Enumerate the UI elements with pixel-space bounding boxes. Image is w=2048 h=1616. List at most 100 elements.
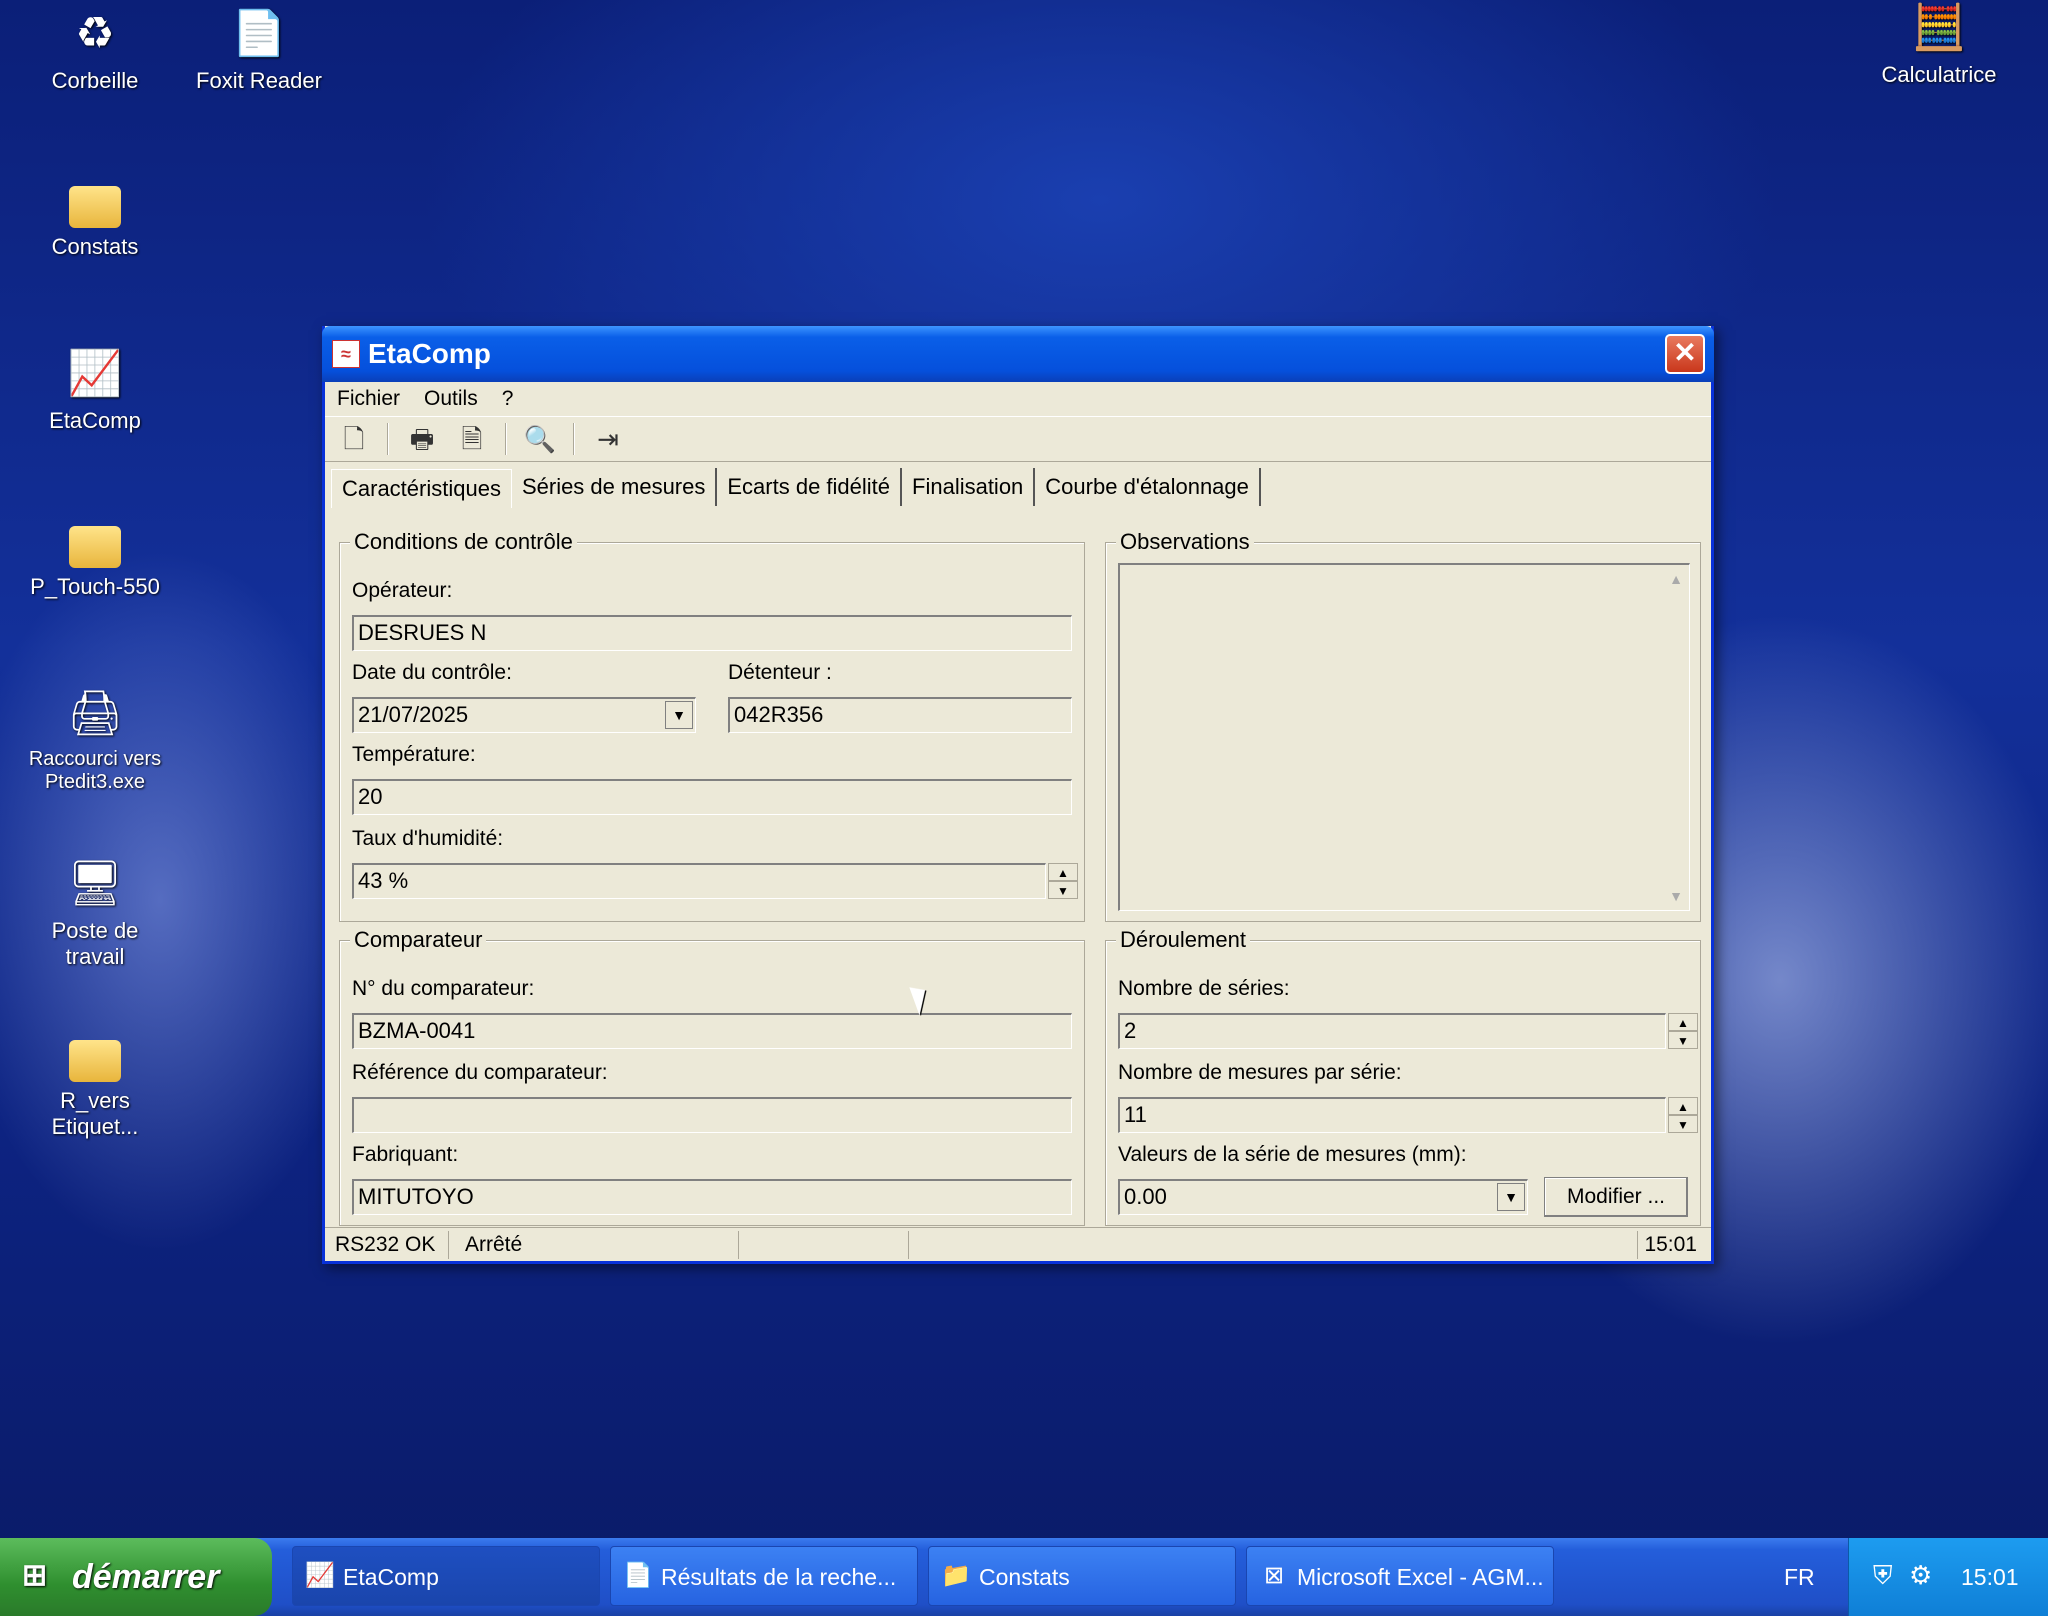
measures-per-series-stepper[interactable]: ▲ ▼	[1668, 1097, 1698, 1133]
humidity-input[interactable]: 43 %	[352, 863, 1046, 899]
document-icon: 📄	[623, 1562, 653, 1589]
system-tray: ⛨ ⚙ 15:01	[1848, 1538, 2048, 1616]
desktop-icon-foxit-reader[interactable]: 📄 Foxit Reader	[184, 6, 334, 94]
measures-per-series-label: Nombre de mesures par série:	[1118, 1061, 1402, 1084]
comparator-group: Comparateur N° du comparateur: BZMA-0041…	[339, 927, 1085, 1226]
desktop-icon-poste-de-travail[interactable]: 🖥 Poste de travail	[20, 856, 170, 970]
language-indicator[interactable]: FR	[1784, 1564, 1815, 1591]
desktop-icon-label: Calculatrice	[1881, 62, 1997, 87]
manufacturer-input[interactable]: MITUTOYO	[352, 1179, 1072, 1215]
folder-icon	[69, 1040, 121, 1082]
tab-ecarts-de-fidelite[interactable]: Ecarts de fidélité	[717, 468, 903, 506]
spin-down-icon[interactable]: ▼	[1048, 881, 1078, 899]
desktop-icon-label: Poste de travail	[51, 918, 139, 969]
humidity-stepper[interactable]: ▲ ▼	[1048, 863, 1078, 899]
computer-icon: 🖥	[67, 859, 123, 908]
toolbar-separator	[573, 423, 575, 455]
desktop-icon-calculatrice[interactable]: 🧮 Calculatrice	[1864, 0, 2014, 88]
chevron-down-icon: ▼	[1504, 1189, 1518, 1205]
window-titlebar[interactable]: ≈ EtaComp ✕	[322, 326, 1714, 382]
operator-input[interactable]: DESRUES N	[352, 615, 1072, 651]
scroll-down-icon[interactable]: ▼	[1669, 888, 1683, 904]
chevron-down-icon: ▼	[672, 707, 686, 723]
manufacturer-label: Fabriquant:	[352, 1143, 459, 1166]
excel-icon: ⊠	[1263, 1562, 1285, 1589]
spin-up-icon[interactable]: ▲	[1668, 1097, 1698, 1115]
comparator-number-input[interactable]: BZMA-0041	[352, 1013, 1072, 1049]
new-document-icon: 🗋	[343, 424, 365, 454]
taskbar-button-resultats[interactable]: 📄 Résultats de la reche...	[610, 1546, 918, 1606]
close-button[interactable]: ✕	[1665, 334, 1705, 374]
spin-up-icon[interactable]: ▲	[1668, 1013, 1698, 1031]
start-label: démarrer	[72, 1558, 220, 1596]
series-count-stepper[interactable]: ▲ ▼	[1668, 1013, 1698, 1049]
desktop-icon-ptedit[interactable]: 🖨 Raccourci vers Ptedit3.exe	[20, 686, 170, 794]
status-time: 15:01	[1637, 1231, 1703, 1259]
pdf-reader-icon: 📄	[231, 9, 287, 58]
scroll-up-icon[interactable]: ▲	[1669, 571, 1683, 587]
taskbar-button-excel[interactable]: ⊠ Microsoft Excel - AGM...	[1246, 1546, 1554, 1606]
series-values-value: 0.00	[1124, 1184, 1167, 1209]
spin-up-icon[interactable]: ▲	[1048, 863, 1078, 881]
print-preview-icon: 🗎	[461, 424, 483, 454]
folder-icon	[69, 526, 121, 568]
taskbar-button-label: Constats	[979, 1564, 1070, 1590]
desktop-icon-label: Corbeille	[51, 68, 139, 93]
series-count-label: Nombre de séries:	[1118, 977, 1290, 1000]
menu-fichier[interactable]: Fichier	[337, 387, 400, 411]
desktop-icon-label: Raccourci vers Ptedit3.exe	[28, 748, 162, 793]
desktop-icon-r-vers-etiquet[interactable]: R_vers Etiquet...	[20, 1030, 170, 1140]
conditions-group-title: Conditions de contrôle	[350, 529, 577, 555]
tab-series-de-mesures[interactable]: Séries de mesures	[512, 468, 718, 506]
desktop-icon-etacomp[interactable]: 📈 EtaComp	[20, 346, 170, 434]
exit-button[interactable]: ⇥	[591, 422, 625, 456]
etacomp-app-icon: ≈	[332, 340, 360, 368]
comparator-reference-input[interactable]	[352, 1097, 1072, 1133]
tab-courbe-etalonnage[interactable]: Courbe d'étalonnage	[1035, 468, 1261, 506]
date-picker[interactable]: 21/07/2025 ▼	[352, 697, 696, 733]
tab-finalisation[interactable]: Finalisation	[902, 468, 1036, 506]
taskbar: ⊞ démarrer 📈 EtaComp 📄 Résultats de la r…	[0, 1538, 2048, 1616]
search-button[interactable]: 🔍	[523, 422, 557, 456]
print-button[interactable]: 🖶	[405, 422, 439, 456]
series-count-input[interactable]: 2	[1118, 1013, 1666, 1049]
taskbar-button-etacomp[interactable]: 📈 EtaComp	[292, 1546, 600, 1606]
windows-logo-icon: ⊞	[22, 1559, 48, 1592]
date-dropdown-button[interactable]: ▼	[665, 701, 693, 729]
new-document-button[interactable]: 🗋	[337, 422, 371, 456]
temperature-label: Température:	[352, 743, 476, 766]
modify-button[interactable]: Modifier ...	[1544, 1177, 1688, 1217]
observations-group-title: Observations	[1116, 529, 1254, 555]
menu-help[interactable]: ?	[502, 387, 514, 411]
series-values-dropdown-button[interactable]: ▼	[1497, 1183, 1525, 1211]
progress-group: Déroulement Nombre de séries: 2 ▲ ▼ Nomb…	[1105, 927, 1701, 1226]
desktop-icon-label: P_Touch-550	[30, 574, 160, 599]
desktop-icon-constats[interactable]: Constats	[20, 176, 170, 260]
comparator-reference-label: Référence du comparateur:	[352, 1061, 608, 1084]
series-values-select[interactable]: 0.00 ▼	[1118, 1179, 1528, 1215]
spin-down-icon[interactable]: ▼	[1668, 1031, 1698, 1049]
taskbar-button-constats[interactable]: 📁 Constats	[928, 1546, 1236, 1606]
observations-group: Observations ▲ ▼	[1105, 529, 1701, 922]
observations-textarea[interactable]: ▲ ▼	[1118, 563, 1690, 911]
etacomp-window: ≈ EtaComp ✕ Fichier Outils ? 🗋 🖶 🗎 🔍 ⇥ C…	[322, 326, 1714, 1264]
toolbar-separator	[387, 423, 389, 455]
temperature-input[interactable]: 20	[352, 779, 1072, 815]
status-state: Arrêté	[459, 1231, 739, 1259]
comparator-number-label: N° du comparateur:	[352, 977, 535, 1000]
comparator-group-title: Comparateur	[350, 927, 487, 953]
chart-app-icon: 📈	[67, 349, 123, 398]
start-button[interactable]: ⊞ démarrer	[0, 1538, 272, 1616]
print-preview-button[interactable]: 🗎	[455, 422, 489, 456]
network-icon[interactable]: ⚙	[1909, 1560, 1932, 1591]
exit-icon: ⇥	[597, 424, 619, 454]
measures-per-series-input[interactable]: 11	[1118, 1097, 1666, 1133]
tab-caracteristiques[interactable]: Caractéristiques	[331, 469, 512, 508]
holder-input[interactable]: 042R356	[728, 697, 1072, 733]
desktop-icon-p-touch[interactable]: P_Touch-550	[20, 516, 170, 600]
menu-outils[interactable]: Outils	[424, 387, 478, 411]
desktop-icon-corbeille[interactable]: ♻ Corbeille	[20, 6, 170, 94]
security-shield-icon[interactable]: ⛨	[1873, 1560, 1893, 1592]
spin-down-icon[interactable]: ▼	[1668, 1115, 1698, 1133]
clock[interactable]: 15:01	[1961, 1564, 2019, 1591]
